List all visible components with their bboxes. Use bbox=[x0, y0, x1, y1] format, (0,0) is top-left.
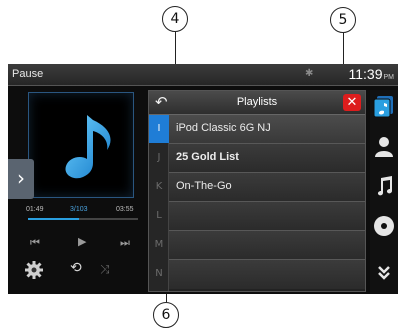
status-bar: Pause ✱ 11:39PM bbox=[8, 64, 398, 86]
index-letter[interactable]: N bbox=[149, 260, 169, 288]
track-duration: 03:55 bbox=[116, 206, 134, 213]
music-library-icon[interactable] bbox=[372, 94, 396, 118]
index-letter[interactable]: M bbox=[149, 231, 169, 259]
callout-5: 5 bbox=[330, 7, 356, 33]
repeat-icon[interactable]: ⟲ bbox=[70, 260, 82, 276]
callout-4: 4 bbox=[162, 6, 188, 32]
playlist-row[interactable]: 25 Gold List bbox=[169, 144, 365, 173]
artist-icon[interactable] bbox=[372, 134, 396, 158]
panel-title: Playlists bbox=[236, 96, 278, 108]
track-position: 3/103 bbox=[70, 206, 88, 213]
play-button[interactable]: ▶ bbox=[78, 235, 86, 248]
elapsed-time: 01:49 bbox=[26, 206, 44, 213]
close-button[interactable]: ✕ bbox=[343, 94, 361, 111]
playlist-row[interactable]: iPod Classic 6G NJ bbox=[169, 115, 365, 144]
music-note-icon bbox=[65, 115, 111, 179]
playback-status: Pause bbox=[12, 68, 44, 80]
album-art bbox=[28, 92, 134, 198]
bluetooth-icon: ✱ bbox=[305, 68, 314, 79]
playlist-row[interactable]: On-The-Go bbox=[169, 173, 365, 202]
playlist-row[interactable] bbox=[169, 260, 365, 289]
music-note-icon[interactable] bbox=[372, 174, 396, 198]
index-letter[interactable]: K bbox=[149, 173, 169, 201]
callout-6: 6 bbox=[153, 302, 179, 328]
clock: 11:39PM bbox=[349, 66, 395, 82]
more-chevron-icon[interactable] bbox=[372, 260, 396, 284]
playlists-panel: ↶ Playlists ✕ I J K L M N iPod Classic 6… bbox=[148, 90, 366, 292]
index-letter[interactable]: L bbox=[149, 202, 169, 230]
clock-time: 11:39 bbox=[348, 66, 383, 82]
panel-header: ↶ Playlists ✕ bbox=[149, 91, 365, 115]
playlist-label: On-The-Go bbox=[176, 180, 232, 192]
alphabet-index: I J K L M N bbox=[149, 115, 169, 291]
playlist-row[interactable] bbox=[169, 231, 365, 260]
next-track-button[interactable]: ⏭ bbox=[120, 236, 130, 250]
shuffle-icon[interactable]: ⤨ bbox=[100, 262, 110, 277]
disc-icon[interactable] bbox=[372, 214, 396, 238]
playlist-row[interactable] bbox=[169, 202, 365, 231]
playlist-label: 25 Gold List bbox=[176, 151, 239, 163]
settings-gear-icon[interactable] bbox=[24, 260, 44, 280]
index-letter[interactable]: I bbox=[149, 115, 169, 143]
previous-track-button[interactable]: ⏮ bbox=[30, 236, 40, 250]
progress-bar[interactable] bbox=[28, 218, 138, 220]
source-sidebar bbox=[370, 90, 398, 294]
playlist-label: iPod Classic 6G NJ bbox=[176, 122, 271, 134]
progress-fill bbox=[28, 218, 79, 220]
expand-panel-button[interactable]: › bbox=[8, 159, 34, 199]
clock-meridiem: PM bbox=[383, 74, 395, 81]
index-letter[interactable]: J bbox=[149, 144, 169, 172]
media-player-screen: Pause ✱ 11:39PM › 01:49 3/103 03:55 ⏮ ▶ … bbox=[8, 64, 398, 294]
